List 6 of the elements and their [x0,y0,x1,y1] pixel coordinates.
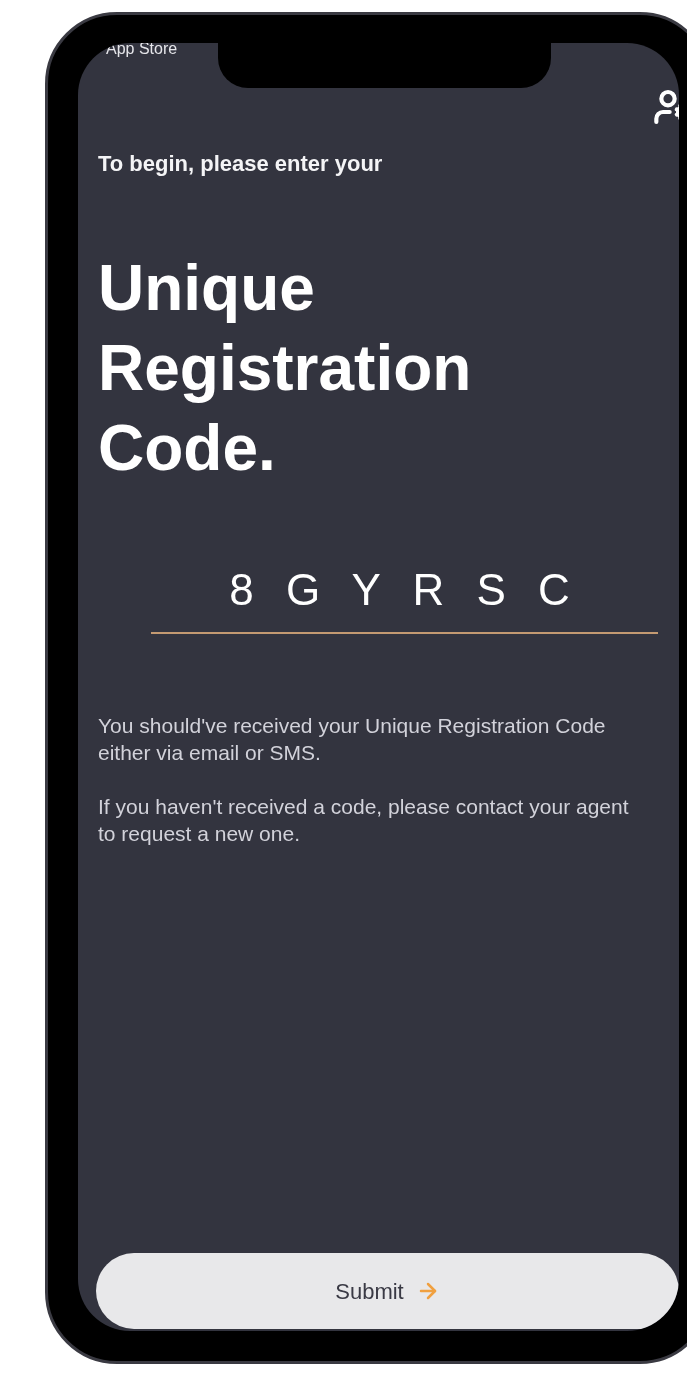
code-field[interactable]: 8 G Y R S C [151,548,658,634]
submit-button[interactable]: Submit [96,1253,679,1329]
page-title: Unique Registration Code. [97,251,473,486]
help-text: If you haven't received a code, please contact your agent to request a new one. [98,794,630,847]
help-text: You should've received your Unique Registration Code either via email or SMS. [98,713,607,766]
intro-text: To begin, please enter your [97,150,384,178]
